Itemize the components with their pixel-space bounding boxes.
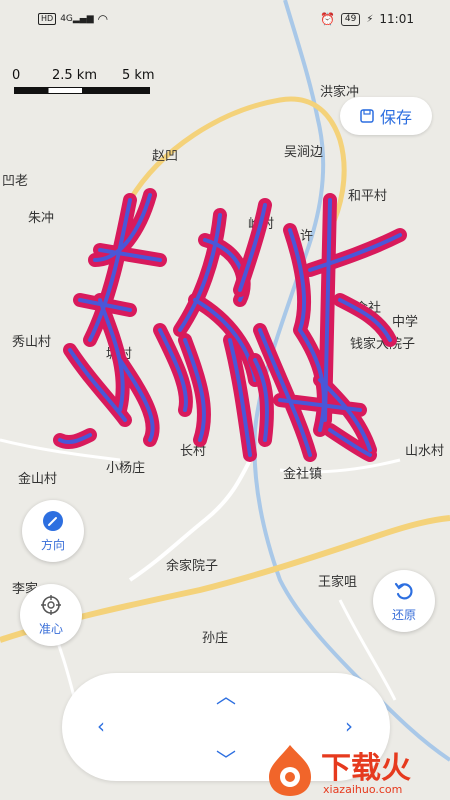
hd-badge: HD: [38, 13, 57, 25]
undo-icon: [394, 582, 413, 599]
clock: 11:01: [379, 12, 414, 26]
status-right: ⏰ 49 ⚡ 11:01: [320, 12, 414, 26]
restore-label: 还原: [391, 607, 416, 622]
map-place-label: 金山村: [18, 471, 57, 486]
scale-bar-graphic: [14, 87, 150, 94]
up-arrow-button[interactable]: ︿: [211, 681, 241, 711]
down-arrow-button[interactable]: ﹀: [211, 745, 241, 775]
wifi-icon: ◠: [97, 12, 109, 26]
flame-logo-icon: [269, 745, 311, 796]
map-place-label: 凹老: [2, 173, 28, 188]
status-bar: HD 4G▂▄▆ ◠ ⏰ 49 ⚡ 11:01: [0, 0, 450, 28]
center-label: 准心: [38, 621, 63, 636]
scale-label-mid: 2.5 km: [52, 68, 97, 83]
map-place-label: 王家咀: [318, 574, 357, 589]
direction-label: 方向: [40, 537, 65, 552]
charging-icon: ⚡: [366, 13, 374, 25]
save-icon: [360, 109, 374, 123]
save-label: 保存: [379, 108, 412, 127]
save-button[interactable]: 保存: [340, 97, 432, 135]
map-place-label: 中学: [392, 314, 418, 329]
map-place-label: 金社镇: [283, 466, 322, 481]
map-place-label: 吴涧边: [284, 144, 323, 159]
watermark-main: 下载火: [321, 751, 411, 786]
scale-label-max: 5 km: [122, 68, 155, 83]
scale-bar: 0 2.5 km 5 km: [12, 68, 155, 98]
compass-pen-icon: [43, 510, 63, 531]
map-place-label: 孙庄: [202, 630, 228, 645]
watermark-logo: 下载火 xiazaihuo.com: [265, 741, 450, 800]
map-place-label: 许: [300, 228, 313, 243]
status-left: HD 4G▂▄▆ ◠: [38, 12, 108, 26]
direction-button[interactable]: 方向: [22, 500, 84, 562]
right-arrow-button[interactable]: ›: [334, 711, 364, 741]
map-place-label: 赵凹: [152, 148, 178, 163]
map-place-label: 朱冲: [28, 210, 54, 225]
watermark-sub: xiazaihuo.com: [323, 783, 403, 796]
map-place-label: 余家院子: [166, 558, 218, 573]
map-place-label: 和平村: [348, 188, 387, 203]
scale-label-0: 0: [12, 68, 21, 83]
map-place-label: 小杨庄: [106, 460, 145, 475]
signal-icon: 4G▂▄▆: [60, 14, 94, 24]
alarm-icon: ⏰: [319, 12, 335, 26]
map-place-label: 秀山村: [12, 334, 51, 349]
battery-indicator: 49: [340, 12, 361, 26]
signal-text: 4G: [60, 14, 73, 24]
map-place-label: 山水村: [405, 443, 444, 458]
restore-button[interactable]: 还原: [373, 570, 435, 632]
crosshair-icon: [41, 594, 61, 615]
left-arrow-button[interactable]: ‹: [86, 711, 116, 741]
center-button[interactable]: 准心: [20, 584, 82, 646]
